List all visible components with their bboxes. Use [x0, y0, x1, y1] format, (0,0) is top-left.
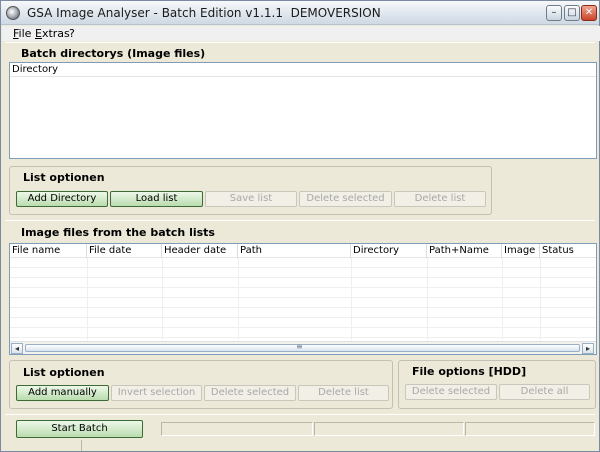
- chevron-left-icon: ◂: [14, 344, 19, 353]
- column-directory[interactable]: Directory: [10, 63, 596, 77]
- load-list-button[interactable]: Load list: [110, 191, 203, 207]
- delete-list-button[interactable]: Delete list: [394, 191, 486, 207]
- scroll-thumb[interactable]: ≡: [25, 342, 580, 352]
- title-bar[interactable]: GSA Image Analyser - Batch Edition v1.1.…: [1, 1, 599, 25]
- column-directory[interactable]: Directory: [351, 244, 427, 258]
- delete-list-button[interactable]: Delete list: [298, 385, 389, 401]
- menu-bar: File Extras ?: [2, 26, 600, 41]
- scroll-grip-icon: ≡: [296, 342, 303, 351]
- menu-help[interactable]: ?: [69, 27, 75, 40]
- scroll-left-button[interactable]: ◂: [11, 343, 23, 354]
- window-title: GSA Image Analyser - Batch Edition v1.1.…: [27, 6, 381, 20]
- image-files-header: File name File date Header date Path Dir…: [10, 244, 596, 258]
- file-options-group: File options [HDD] Delete selected Delet…: [398, 360, 596, 409]
- status-panel-2: [314, 422, 464, 436]
- horizontal-scrollbar[interactable]: ◂ ≡ ▸: [10, 341, 596, 354]
- main-window: GSA Image Analyser - Batch Edition v1.1.…: [0, 0, 600, 452]
- minimize-icon: –: [551, 7, 557, 18]
- column-file-name[interactable]: File name: [10, 244, 87, 258]
- save-list-button[interactable]: Save list: [205, 191, 297, 207]
- column-file-date[interactable]: File date: [87, 244, 162, 258]
- image-files-section-title: Image files from the batch lists: [21, 226, 215, 239]
- maximize-icon: □: [567, 7, 577, 18]
- add-directory-button[interactable]: Add Directory: [16, 191, 108, 207]
- list-options-group-1: List optionen Add Directory Load list Sa…: [9, 166, 492, 215]
- file-options-title: File options [HDD]: [412, 365, 527, 378]
- batch-directory-list[interactable]: Directory: [9, 62, 597, 159]
- column-status[interactable]: Status: [540, 244, 596, 258]
- list-options-2-title: List optionen: [23, 366, 105, 379]
- menu-file[interactable]: File: [13, 27, 31, 40]
- column-header-date[interactable]: Header date: [162, 244, 238, 258]
- scroll-right-button[interactable]: ▸: [582, 343, 594, 354]
- batch-section-title: Batch directorys (Image files): [21, 47, 206, 60]
- app-icon: [6, 6, 20, 20]
- menu-file-label: ile: [18, 27, 32, 40]
- batch-list-header: Directory: [10, 63, 596, 77]
- minimize-button[interactable]: –: [546, 5, 562, 21]
- delete-selected-button[interactable]: Delete selected: [299, 191, 392, 207]
- list-options-1-title: List optionen: [23, 171, 105, 184]
- status-panel-3: [465, 422, 595, 436]
- menu-extras[interactable]: Extras: [35, 27, 70, 40]
- list-options-group-2: List optionen Add manually Invert select…: [9, 360, 393, 409]
- close-button[interactable]: ✕: [581, 5, 597, 21]
- invert-selection-button[interactable]: Invert selection: [111, 385, 202, 401]
- divider: [5, 42, 595, 43]
- close-icon: ✕: [584, 7, 594, 18]
- delete-selected-button[interactable]: Delete selected: [204, 385, 296, 401]
- column-path[interactable]: Path: [238, 244, 351, 258]
- image-files-list[interactable]: File name File date Header date Path Dir…: [9, 243, 597, 355]
- empty-grid-columns: [10, 258, 596, 340]
- status-panel-left: [2, 440, 82, 451]
- delete-all-files-button[interactable]: Delete all: [499, 384, 590, 400]
- divider: [5, 220, 595, 221]
- menu-extras-label: xtras: [41, 27, 70, 40]
- divider: [5, 414, 595, 415]
- delete-selected-files-button[interactable]: Delete selected: [405, 384, 497, 400]
- column-image-type[interactable]: Image typ: [502, 244, 540, 258]
- column-path-name[interactable]: Path+Name: [427, 244, 502, 258]
- status-panel-1: [161, 422, 313, 436]
- menu-extras-accel: E: [35, 27, 42, 40]
- maximize-button[interactable]: □: [564, 5, 580, 21]
- start-batch-button[interactable]: Start Batch: [16, 420, 143, 438]
- add-manually-button[interactable]: Add manually: [16, 385, 109, 401]
- chevron-right-icon: ▸: [585, 344, 590, 353]
